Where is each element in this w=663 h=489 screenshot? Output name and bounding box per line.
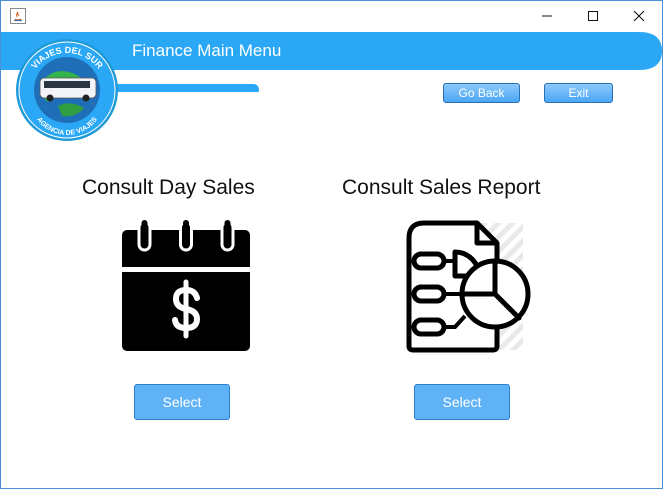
go-back-button[interactable]: Go Back <box>443 83 520 103</box>
agency-logo: VIAJES DEL SUR AGENCIA DE VIAJES <box>16 39 118 141</box>
calendar-dollar-icon <box>122 220 250 351</box>
app-window: Finance Main Menu VIAJES DEL SUR AGENCIA… <box>0 0 663 489</box>
close-button[interactable] <box>616 1 662 31</box>
day-sales-title: Consult Day Sales <box>82 176 255 199</box>
select-sales-report-button[interactable]: Select <box>414 384 510 420</box>
maximize-icon <box>588 11 598 21</box>
report-pie-chart-icon <box>406 220 531 353</box>
exit-button[interactable]: Exit <box>544 83 613 103</box>
maximize-button[interactable] <box>570 1 616 31</box>
java-icon[interactable] <box>10 8 26 24</box>
title-bar <box>1 1 662 31</box>
close-icon <box>633 10 645 22</box>
minimize-icon <box>542 15 552 17</box>
select-day-sales-button[interactable]: Select <box>134 384 230 420</box>
minimize-button[interactable] <box>524 1 570 31</box>
sales-report-title: Consult Sales Report <box>342 176 541 199</box>
page-title: Finance Main Menu <box>132 41 282 60</box>
